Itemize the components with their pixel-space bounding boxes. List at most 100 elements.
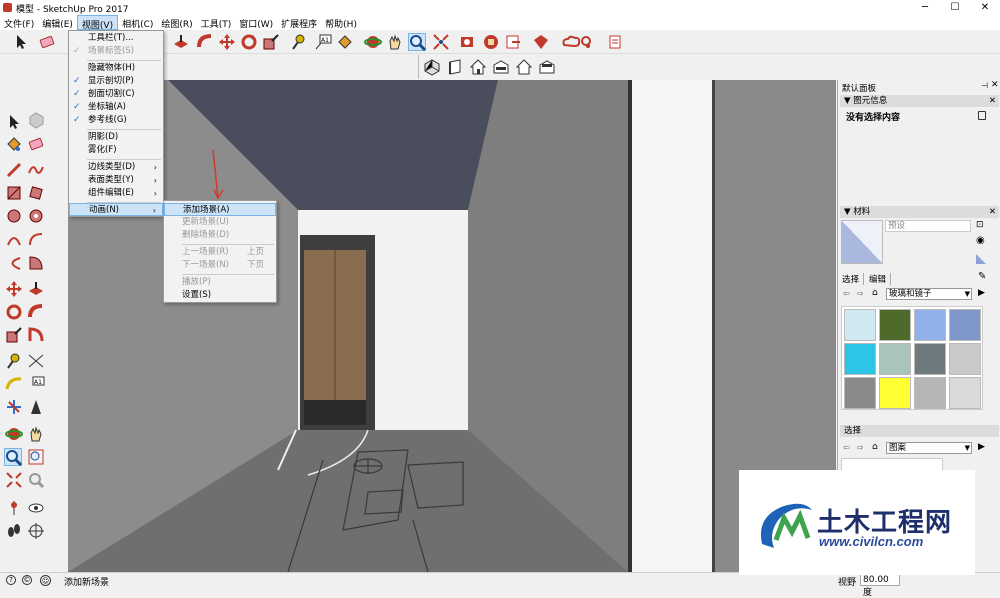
eraser-tool-icon[interactable] — [27, 135, 45, 153]
orbit-tool-icon[interactable] — [364, 33, 382, 51]
text-tool-icon[interactable]: A1 — [314, 33, 332, 51]
tab-edit[interactable]: 编辑 — [869, 273, 892, 285]
right-view-icon[interactable] — [492, 58, 510, 76]
menu-item-settings[interactable]: 设置(S) — [164, 289, 276, 302]
menu-window[interactable]: 窗口(W) — [235, 15, 277, 30]
material-swatch[interactable] — [879, 377, 911, 409]
push-pull-tool-icon[interactable] — [172, 33, 190, 51]
dimension-tool-icon[interactable] — [27, 352, 45, 370]
3d-warehouse-icon[interactable] — [458, 33, 476, 51]
menu-item-fog[interactable]: 雾化(F) — [69, 144, 163, 157]
measurements-input[interactable]: 80.00 度 — [860, 574, 900, 598]
scale-tool-icon[interactable] — [5, 326, 23, 344]
line-tool-icon[interactable] — [5, 161, 23, 179]
menu-item-play[interactable]: 播放(P) — [164, 276, 276, 289]
user-icon[interactable]: ☺ — [40, 575, 51, 586]
pattern-collection-select[interactable]: 图案 ▼ — [886, 442, 972, 454]
follow-me-tool-icon[interactable] — [27, 303, 45, 321]
arc-tool-icon[interactable] — [5, 231, 23, 249]
panel-close-icon[interactable]: ✕ — [989, 206, 996, 218]
menu-item-animation[interactable]: 动画(N) › — [69, 203, 163, 216]
details-arrow-icon[interactable]: ▶ — [978, 442, 985, 452]
pan-tool-icon[interactable] — [386, 33, 404, 51]
share-model-icon[interactable] — [504, 33, 522, 51]
protractor-tool-icon[interactable] — [5, 375, 23, 393]
menu-item-next-scene[interactable]: 下一场景(N) 下页 — [164, 259, 276, 272]
front-view-icon[interactable] — [469, 58, 487, 76]
tray-close-icon[interactable]: ✕ — [991, 80, 999, 90]
menu-item-component-edit[interactable]: 组件编辑(E) › — [69, 187, 163, 200]
menu-item-delete-scene[interactable]: 删除场景(D) — [164, 229, 276, 242]
paint-bucket-tool-icon[interactable] — [5, 135, 23, 153]
position-camera-tool-icon[interactable] — [5, 499, 23, 517]
material-swatch[interactable] — [879, 343, 911, 375]
pie-tool-icon[interactable] — [27, 254, 45, 272]
geolocation-icon[interactable]: ? — [6, 575, 16, 585]
close-button[interactable]: ✕ — [970, 0, 1000, 15]
menu-item-add-scene[interactable]: 添加场景(A) — [164, 203, 276, 216]
rotated-rectangle-tool-icon[interactable] — [27, 184, 45, 202]
home-icon[interactable]: ⌂ — [872, 442, 878, 452]
menu-item-shadows[interactable]: 阴影(D) — [69, 131, 163, 144]
offset-tool-icon[interactable] — [27, 326, 45, 344]
freehand-tool-icon[interactable] — [27, 161, 45, 179]
tape-measure-tool-icon[interactable] — [5, 352, 23, 370]
follow-me-tool-icon[interactable] — [196, 33, 214, 51]
paint-default-icon[interactable]: ◉ — [976, 235, 985, 246]
layout-icon[interactable] — [606, 33, 624, 51]
menu-edit[interactable]: 编辑(E) — [38, 15, 77, 30]
three-point-arc-tool-icon[interactable] — [5, 254, 23, 272]
rotate-tool-icon[interactable] — [5, 303, 23, 321]
components-icon[interactable] — [482, 33, 500, 51]
forward-arrow-icon[interactable]: ⇨ — [857, 289, 864, 298]
trimble-connect-icon[interactable] — [560, 33, 594, 51]
rectangle-tool-icon[interactable] — [5, 184, 23, 202]
zoom-extents-tool-icon[interactable] — [5, 471, 23, 489]
material-swatch[interactable] — [844, 343, 876, 375]
materials-select-header[interactable]: 选择 — [840, 425, 999, 437]
push-pull-tool-icon[interactable] — [27, 280, 45, 298]
material-swatch[interactable] — [949, 309, 981, 341]
eraser-tool-icon[interactable] — [38, 33, 56, 51]
sample-paint-icon[interactable]: ✎ — [978, 271, 986, 282]
zoom-tool-icon[interactable] — [408, 33, 427, 52]
axes-tool-icon[interactable] — [5, 398, 23, 416]
menu-file[interactable]: 文件(F) — [0, 15, 38, 30]
look-around-tool-icon[interactable] — [27, 499, 45, 517]
menu-help[interactable]: 帮助(H) — [321, 15, 361, 30]
material-swatch[interactable] — [844, 377, 876, 409]
menu-item-guides[interactable]: ✓ 参考线(G) — [69, 114, 163, 127]
pin-icon[interactable]: ⊣ — [981, 81, 988, 90]
menu-item-section-cuts[interactable]: ✓ 剖面切割(C) — [69, 88, 163, 101]
tape-measure-tool-icon[interactable] — [290, 33, 308, 51]
scale-tool-icon[interactable] — [262, 33, 280, 51]
select-tool-icon[interactable] — [5, 113, 23, 131]
menu-view[interactable]: 视图(V) — [76, 15, 119, 31]
pan-tool-icon[interactable] — [27, 425, 45, 443]
menu-item-section-planes[interactable]: ✓ 显示剖切(P) — [69, 75, 163, 88]
menu-item-previous-scene[interactable]: 上一场景(R) 上页 — [164, 246, 276, 259]
3d-text-tool-icon[interactable] — [27, 398, 45, 416]
material-swatch[interactable] — [949, 343, 981, 375]
walk-tool-icon[interactable] — [5, 522, 23, 540]
home-icon[interactable]: ⌂ — [872, 288, 878, 298]
create-material-icon[interactable]: ⊡ — [976, 220, 984, 230]
text-tool-icon[interactable]: A1 — [27, 375, 45, 393]
panel-close-icon[interactable]: ✕ — [989, 95, 996, 107]
previous-view-icon[interactable] — [27, 471, 45, 489]
make-component-icon[interactable] — [27, 111, 45, 129]
circle-tool-icon[interactable] — [5, 207, 23, 225]
menu-item-edge-style[interactable]: 边线类型(D) › — [69, 161, 163, 174]
zoom-window-tool-icon[interactable] — [27, 448, 45, 466]
details-arrow-icon[interactable]: ▶ — [978, 288, 985, 298]
zoom-extents-tool-icon[interactable] — [432, 33, 450, 51]
material-swatch[interactable] — [844, 309, 876, 341]
entity-info-header[interactable]: ▼ 图元信息 ✕ — [840, 95, 999, 107]
back-arrow-icon[interactable]: ⇦ — [843, 289, 850, 298]
rotate-tool-icon[interactable] — [240, 33, 258, 51]
move-tool-icon[interactable] — [218, 33, 236, 51]
top-view-icon[interactable] — [446, 58, 464, 76]
menu-draw[interactable]: 绘图(R) — [157, 15, 196, 30]
back-arrow-icon[interactable]: ⇦ — [843, 443, 850, 452]
paint-bucket-tool-icon[interactable] — [336, 33, 354, 51]
